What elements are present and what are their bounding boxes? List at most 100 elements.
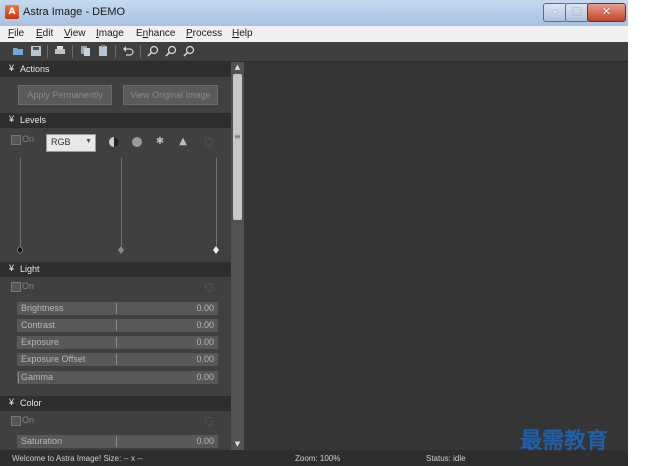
open-icon[interactable] (12, 45, 24, 57)
close-button[interactable]: ✕ (587, 3, 626, 22)
slider-label: Brightness (21, 303, 64, 313)
chevron-down-icon: ¥ (9, 263, 15, 273)
watermark: 最需教育 (520, 428, 609, 454)
copy-icon[interactable] (80, 45, 92, 57)
menu-edit-accel: E (36, 28, 43, 39)
slider-thumb[interactable] (116, 303, 117, 314)
adjustments-panel: ¥ Actions Apply Permanently View Origina… (0, 62, 231, 450)
maximize-icon: □ (571, 5, 583, 18)
levels-on-label: On (22, 134, 35, 144)
slider-thumb[interactable] (116, 337, 117, 348)
undo-icon[interactable] (122, 45, 134, 57)
menu-file[interactable]: File (8, 28, 24, 39)
menu-edit[interactable]: Edit (36, 28, 53, 39)
saturation-slider[interactable]: Saturation 0.00 (17, 435, 218, 448)
menu-help[interactable]: Help (232, 28, 253, 39)
toolbar-divider (72, 45, 73, 58)
color-section-header[interactable]: ¥ Color (0, 396, 231, 411)
menu-view[interactable]: View (64, 28, 86, 39)
levels-black-handle[interactable] (16, 245, 24, 255)
zoom-out-icon[interactable] (165, 45, 177, 57)
slider-label: Gamma (21, 372, 54, 382)
slider-value: 0.00 (196, 372, 214, 382)
slider-thumb[interactable] (116, 436, 117, 447)
exposure-slider[interactable]: Exposure 0.00 (17, 336, 218, 349)
menu-process-accel: P (186, 28, 193, 39)
light-on-checkbox[interactable] (11, 282, 21, 292)
chevron-down-icon: ¥ (9, 63, 15, 73)
slider-thumb[interactable] (18, 372, 19, 383)
gamma-slider[interactable]: Gamma 0.00 (17, 371, 218, 384)
channel-select[interactable]: RGB ▼ (46, 134, 96, 152)
status-message: Welcome to Astra Image! Size: -- x -- (12, 454, 143, 463)
slider-label: Exposure Offset (21, 354, 86, 364)
levels-on-checkbox[interactable] (11, 135, 21, 145)
status-state: Status: idle (426, 454, 466, 463)
slider-thumb[interactable] (116, 354, 117, 365)
slider-label: Saturation (21, 436, 63, 446)
toolbar-divider (47, 45, 48, 58)
light-section-header[interactable]: ¥ Light (0, 262, 231, 277)
gear-icon[interactable]: ✱ (154, 136, 166, 148)
zoom-fit-icon[interactable] (183, 45, 195, 57)
light-reset-icon[interactable]: ◌ (203, 281, 215, 293)
actions-title: Actions (20, 64, 50, 74)
auto-levels-icon[interactable] (131, 136, 143, 148)
minimize-icon: – (552, 5, 558, 18)
slider-value: 0.00 (196, 436, 214, 446)
levels-white-handle[interactable] (213, 246, 219, 254)
print-icon[interactable] (54, 45, 66, 57)
maximize-button[interactable]: □ (565, 3, 589, 22)
image-canvas[interactable] (244, 62, 628, 450)
menu-process[interactable]: Process (186, 28, 222, 39)
levels-reset-icon[interactable]: ◌ (203, 136, 215, 148)
panel-scrollbar[interactable]: ▲ ≡ ▼ (231, 62, 244, 450)
chevron-down-icon: ▼ (85, 138, 92, 145)
minimize-button[interactable]: – (543, 3, 567, 22)
slider-value: 0.00 (196, 337, 214, 347)
menu-enhance[interactable]: Enhance (136, 28, 175, 39)
levels-mid-handle[interactable] (118, 246, 124, 254)
scroll-down-icon[interactable]: ▼ (231, 439, 244, 450)
channel-select-value: RGB (51, 137, 71, 147)
menu-enhance-prefix: E (136, 28, 143, 39)
contrast-icon[interactable] (108, 136, 120, 148)
color-reset-icon[interactable]: ◌ (203, 415, 215, 427)
paste-icon[interactable] (97, 45, 109, 57)
scrollbar-grip-icon: ≡ (234, 132, 241, 141)
app-window: A Astra Image - DEMO – □ ✕ File Edit Vie… (0, 0, 628, 466)
exposure-offset-slider[interactable]: Exposure Offset 0.00 (17, 353, 218, 366)
menu-edit-label: dit (42, 28, 54, 39)
save-icon[interactable] (30, 45, 42, 57)
toolbar (0, 42, 628, 62)
scrollbar-thumb[interactable] (233, 74, 242, 220)
levels-black-track (20, 158, 21, 246)
brightness-slider[interactable]: Brightness 0.00 (17, 302, 218, 315)
warning-icon[interactable]: ▲ (177, 136, 189, 148)
menu-image[interactable]: Image (96, 28, 124, 39)
light-on-label: On (22, 281, 35, 291)
levels-white-track (216, 158, 217, 246)
apply-permanently-button[interactable]: Apply Permanently (18, 85, 112, 105)
color-title: Color (20, 398, 42, 408)
chevron-down-icon: ¥ (9, 114, 15, 124)
slider-label: Contrast (21, 320, 56, 330)
slider-thumb[interactable] (116, 320, 117, 331)
scroll-up-icon[interactable]: ▲ (231, 62, 244, 73)
actions-section-header[interactable]: ¥ Actions (0, 62, 231, 77)
zoom-in-icon[interactable] (147, 45, 159, 57)
levels-section-header[interactable]: ¥ Levels (0, 113, 231, 128)
contrast-slider[interactable]: Contrast 0.00 (17, 319, 218, 332)
light-title: Light (20, 264, 40, 274)
app-logo-icon: A (5, 5, 19, 19)
view-original-button[interactable]: View Original Image (123, 85, 218, 105)
chevron-down-icon: ¥ (9, 397, 15, 407)
slider-value: 0.00 (196, 320, 214, 330)
color-on-checkbox[interactable] (11, 416, 21, 426)
slider-value: 0.00 (196, 303, 214, 313)
status-zoom: Zoom: 100% (295, 454, 341, 463)
menu-image-label: mage (98, 28, 124, 39)
window-title: Astra Image - DEMO (23, 6, 126, 18)
title-bar[interactable]: A Astra Image - DEMO – □ ✕ (0, 0, 628, 27)
menu-help-label: elp (239, 28, 253, 39)
